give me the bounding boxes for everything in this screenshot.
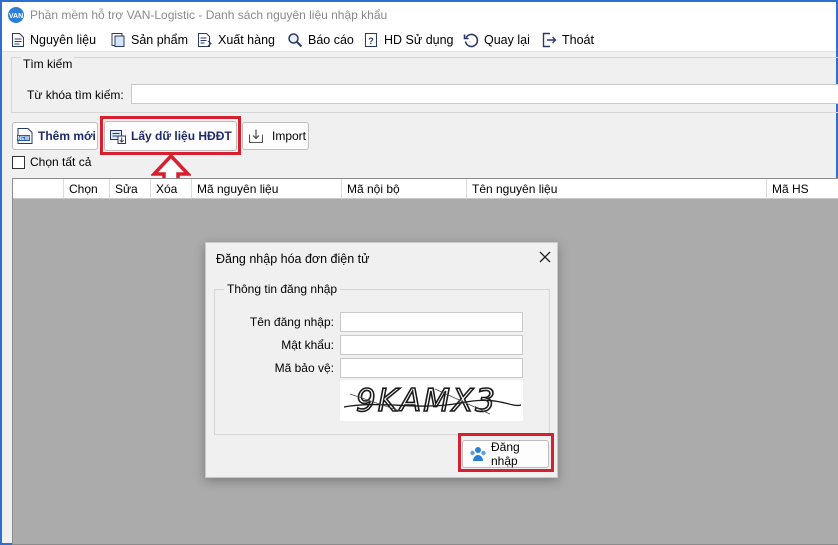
login-button[interactable]: Đăng nhập: [462, 440, 549, 468]
get-invoice-data-label: Lấy dữ liệu HĐĐT: [131, 129, 232, 143]
grid-header: Chọn Sửa Xóa Mã nguyên liệu Mã nội bộ Tê…: [13, 179, 838, 199]
menu-label: HD Sử dụng: [384, 33, 454, 47]
password-input[interactable]: [340, 335, 523, 355]
captcha-label: Mã bảo vệ:: [274, 361, 334, 375]
menu-item-xuat-hang[interactable]: Xuất hàng: [197, 31, 275, 49]
document-icon: [12, 33, 24, 47]
select-all-checkbox[interactable]: Chọn tất cả: [12, 155, 91, 169]
column-header-ma-noi-bo[interactable]: Mã nội bộ: [341, 179, 466, 199]
checkbox-box[interactable]: [12, 155, 25, 169]
menu-label: Sản phẩm: [131, 33, 188, 47]
captcha-noise: [343, 388, 522, 415]
new-document-icon: NEW: [17, 128, 33, 144]
add-new-label: Thêm mới: [38, 129, 96, 143]
menu-item-bao-cao[interactable]: Báo cáo: [287, 31, 354, 49]
captcha-input[interactable]: [340, 358, 523, 378]
menu-item-san-pham[interactable]: Sản phẩm: [110, 31, 188, 49]
menu-label: Quay lại: [484, 33, 530, 47]
e-invoice-login-dialog: Đăng nhập hóa đơn điện tử Thông tin đăng…: [205, 242, 558, 478]
captcha-image: 9KAMX3: [340, 380, 523, 421]
menu-bar: Nguyên liệu Sản phẩm Xuất hàng Báo cáo ?…: [2, 28, 836, 52]
username-label: Tên đăng nhập:: [249, 315, 334, 329]
menu-item-nguyen-lieu[interactable]: Nguyên liệu: [11, 31, 96, 49]
column-header-chon[interactable]: Chọn: [63, 179, 109, 199]
login-info-group-title: Thông tin đăng nhập: [224, 282, 341, 296]
svg-text:?: ?: [368, 36, 374, 46]
users-login-icon: [470, 447, 486, 461]
column-header-ma-hs[interactable]: Mã HS: [766, 179, 838, 199]
column-header-xoa[interactable]: Xóa: [150, 179, 191, 199]
column-header-ten-nguyen-lieu[interactable]: Tên nguyên liệu: [466, 179, 766, 199]
menu-label: Xuất hàng: [218, 33, 275, 47]
login-info-group: Thông tin đăng nhập Tên đăng nhập: Mật k…: [214, 282, 550, 435]
add-new-button[interactable]: NEW Thêm mới: [12, 122, 98, 150]
column-header-sua[interactable]: Sửa: [109, 179, 150, 199]
search-group-title: Tìm kiếm: [21, 57, 75, 71]
app-logo-icon: VAN: [8, 7, 24, 23]
password-label: Mật khẩu:: [281, 338, 334, 352]
get-invoice-data-button[interactable]: Lấy dữ liệu HĐĐT: [104, 121, 237, 151]
import-label: Import: [272, 129, 307, 143]
menu-item-hd-su-dung[interactable]: ? HD Sử dụng: [364, 31, 454, 49]
svg-text:VAN: VAN: [9, 13, 23, 20]
close-icon[interactable]: [538, 250, 552, 264]
dialog-title: Đăng nhập hóa đơn điện tử: [216, 252, 370, 266]
refresh-back-icon: [463, 33, 479, 48]
title-bar: VAN Phần mềm hỗ trợ VAN-Logistic - Danh …: [2, 2, 836, 28]
login-label: Đăng nhập: [491, 440, 520, 468]
select-all-label: Chọn tất cả: [30, 155, 92, 169]
keyword-input[interactable]: [131, 84, 838, 104]
window-title: Phần mềm hỗ trợ VAN-Logistic - Danh sách…: [30, 8, 388, 22]
menu-item-thoat[interactable]: Thoát: [541, 31, 594, 49]
exit-door-icon: [542, 32, 557, 48]
search-report-icon: [288, 33, 303, 48]
help-document-icon: ?: [365, 33, 377, 47]
import-button[interactable]: Import: [242, 122, 309, 150]
menu-label: Thoát: [562, 33, 594, 47]
svg-text:NEW: NEW: [18, 136, 30, 142]
keyword-label: Từ khóa tìm kiếm:: [27, 88, 124, 102]
menu-item-quay-lai[interactable]: Quay lại: [463, 31, 530, 49]
export-list-icon: [198, 33, 212, 47]
import-icon: [249, 129, 263, 143]
menu-label: Báo cáo: [308, 33, 354, 47]
menu-label: Nguyên liệu: [30, 33, 97, 47]
invoice-download-icon: [110, 130, 126, 144]
product-icon: [111, 33, 125, 47]
main-window: VAN Phần mềm hỗ trợ VAN-Logistic - Danh …: [0, 0, 838, 545]
username-input[interactable]: [340, 312, 523, 332]
column-header-ma-nguyen-lieu[interactable]: Mã nguyên liệu: [191, 179, 341, 199]
